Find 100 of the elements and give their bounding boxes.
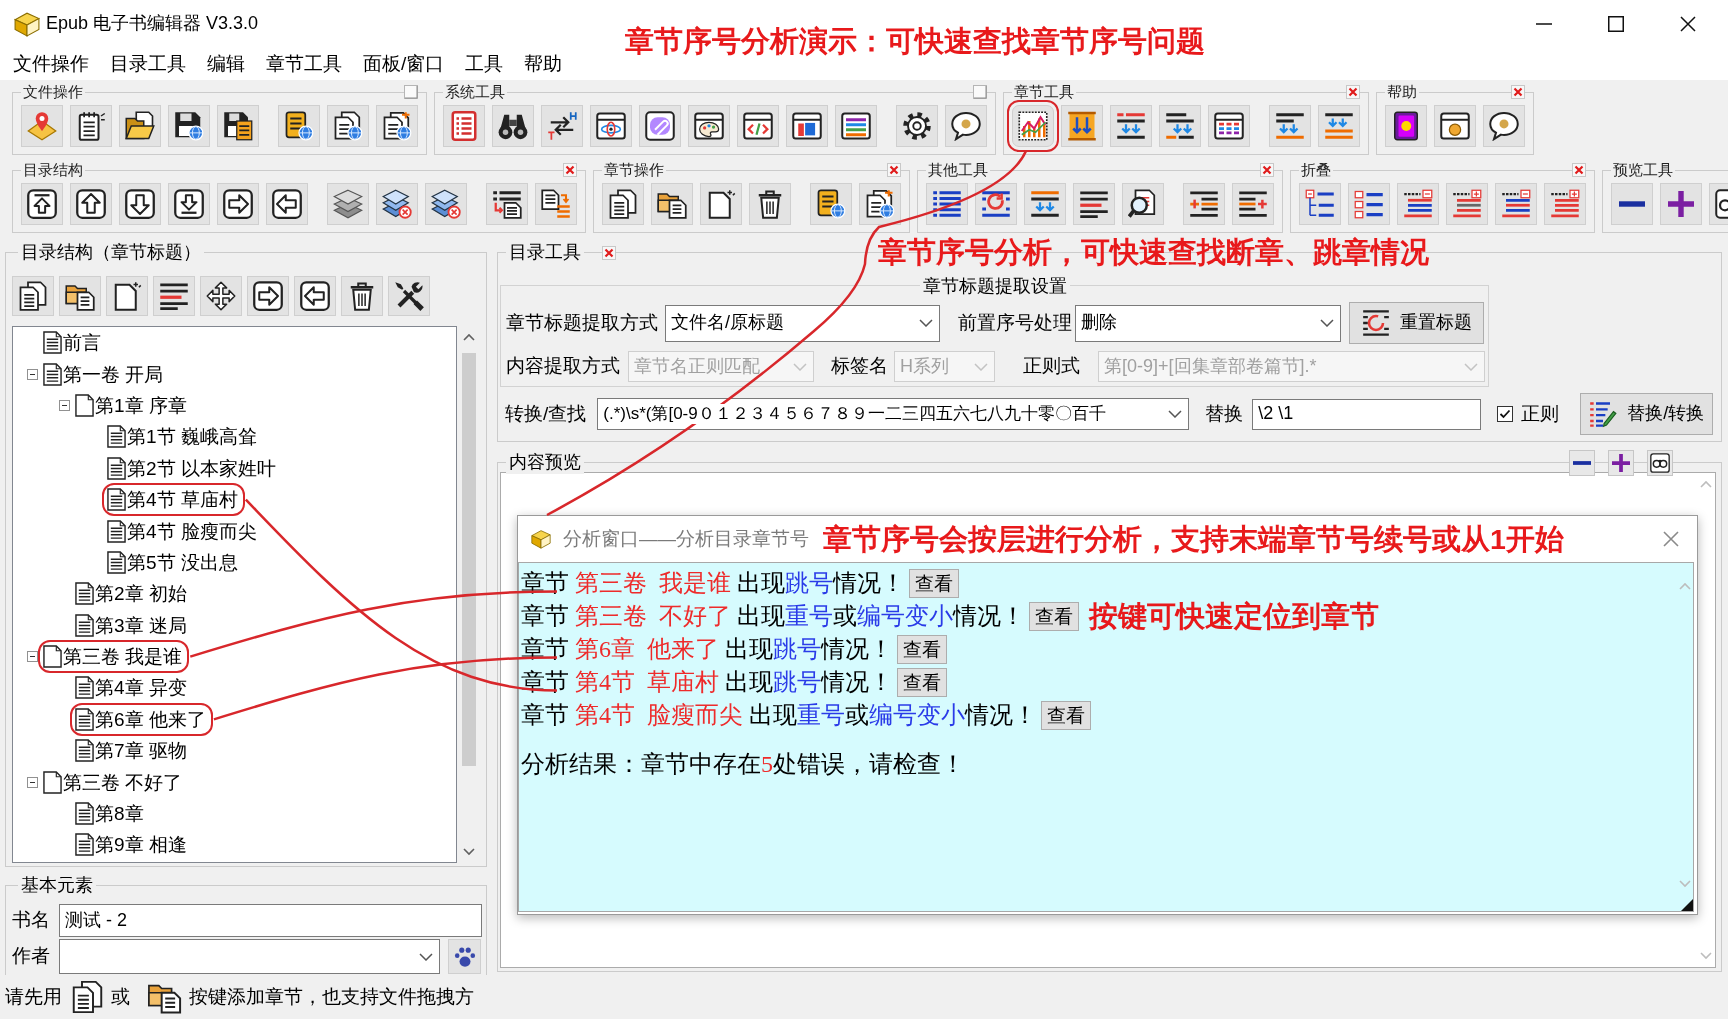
view-button[interactable]: 查看 xyxy=(909,569,959,598)
toolbar-button[interactable] xyxy=(896,105,938,147)
toolbar-button[interactable] xyxy=(1611,183,1653,225)
toolbar-button[interactable] xyxy=(327,105,369,147)
toolbar-button[interactable] xyxy=(975,183,1017,225)
toolbar-button[interactable] xyxy=(376,105,418,147)
tree-item[interactable]: 第三卷 我是谁 xyxy=(43,645,185,669)
menu-item[interactable]: 帮助 xyxy=(513,48,573,80)
toolbar-button[interactable] xyxy=(1110,105,1152,147)
paw-button[interactable] xyxy=(448,939,481,974)
toggle-icon[interactable] xyxy=(973,85,987,99)
view-button[interactable]: 查看 xyxy=(1041,701,1091,730)
toolbar-button[interactable] xyxy=(1483,105,1525,147)
tree-item[interactable]: 第9章 相逢 xyxy=(75,833,189,857)
toolbar-button[interactable] xyxy=(168,105,210,147)
toolbar-button[interactable] xyxy=(945,105,987,147)
glasses-button[interactable] xyxy=(1647,450,1673,476)
tree-item[interactable]: 第4节 草庙村 xyxy=(107,488,240,512)
toolbar-button[interactable] xyxy=(859,183,901,225)
toolbar-button[interactable] xyxy=(425,183,467,225)
toolbar-button[interactable] xyxy=(810,183,852,225)
toolbar-button[interactable] xyxy=(835,105,877,147)
toolbar-button[interactable] xyxy=(217,183,259,225)
minus-button[interactable] xyxy=(1569,450,1595,476)
menu-item[interactable]: 工具 xyxy=(454,48,514,80)
toolbar-button[interactable] xyxy=(1299,183,1341,225)
tree-item[interactable]: 第2章 初始 xyxy=(75,582,189,606)
toggle-icon[interactable] xyxy=(404,85,418,99)
tree-item[interactable]: 第8章 xyxy=(75,802,146,826)
view-button[interactable]: 查看 xyxy=(1029,602,1079,631)
toolbar-button[interactable] xyxy=(688,105,730,147)
toolbar-button[interactable] xyxy=(541,105,583,147)
toolbar-button[interactable] xyxy=(926,183,968,225)
toolbar-button[interactable] xyxy=(278,105,320,147)
close-icon[interactable] xyxy=(1260,163,1274,177)
action-button[interactable]: 重置标题 xyxy=(1349,302,1484,344)
toolbar-button[interactable] xyxy=(119,183,161,225)
tree-item[interactable]: 第5节 没出息 xyxy=(107,550,240,574)
toolbar-button[interactable] xyxy=(590,105,632,147)
toolbar-button[interactable] xyxy=(294,276,336,316)
collapse-icon[interactable] xyxy=(27,368,38,380)
toolbar-button[interactable] xyxy=(106,276,148,316)
toolbar-button[interactable] xyxy=(1269,105,1311,147)
tree-item[interactable]: 第4节 脸瘦而尖 xyxy=(107,519,259,543)
toolbar-button[interactable] xyxy=(217,105,259,147)
toolbar-button[interactable] xyxy=(200,276,242,316)
toolbar-button[interactable] xyxy=(12,276,54,316)
toolbar-button[interactable] xyxy=(700,183,742,225)
tree-item[interactable]: 第三卷 不好了 xyxy=(43,770,185,794)
toolbar-button[interactable] xyxy=(266,183,308,225)
toolbar-button[interactable] xyxy=(119,105,161,147)
close-icon[interactable] xyxy=(1572,163,1586,177)
dropdown[interactable]: 删除 xyxy=(1075,304,1341,342)
toolbar-button[interactable] xyxy=(1495,183,1537,225)
toolbar-button[interactable] xyxy=(376,183,418,225)
view-button[interactable]: 查看 xyxy=(897,635,947,664)
toolbar-button[interactable] xyxy=(1232,183,1274,225)
toolbar-button[interactable] xyxy=(1434,105,1476,147)
tree-item[interactable]: 第6章 他来了 xyxy=(75,707,208,731)
menu-item[interactable]: 目录工具 xyxy=(99,48,197,80)
close-icon[interactable] xyxy=(1346,85,1360,99)
close-icon[interactable] xyxy=(887,163,901,177)
toolbar-button[interactable] xyxy=(168,183,210,225)
tree-item[interactable]: 第3章 迷局 xyxy=(75,613,189,637)
tree-item[interactable]: 前言 xyxy=(43,331,103,355)
toolbar-button[interactable] xyxy=(70,183,112,225)
toolbar-button[interactable] xyxy=(341,276,383,316)
input-field[interactable]: 测试 - 2 xyxy=(59,904,482,937)
toolbar-button[interactable] xyxy=(153,276,195,316)
toolbar-button[interactable] xyxy=(70,105,112,147)
toolbar-button[interactable] xyxy=(1660,183,1702,225)
toolbar-button[interactable] xyxy=(247,276,289,316)
toolbar-button[interactable] xyxy=(1397,183,1439,225)
checkbox[interactable] xyxy=(1497,406,1514,422)
input-field[interactable]: \2 \1 xyxy=(1252,398,1482,430)
close-icon[interactable] xyxy=(602,246,616,260)
toolbar-button[interactable] xyxy=(749,183,791,225)
dropdown[interactable] xyxy=(59,939,440,974)
toolbar-button[interactable] xyxy=(639,105,681,147)
action-button[interactable]: 替换/转换 xyxy=(1580,393,1714,435)
tree-item[interactable]: 第一卷 开局 xyxy=(43,362,166,386)
close-icon[interactable] xyxy=(1663,531,1679,547)
toolbar-button[interactable] xyxy=(1122,183,1164,225)
toolbar-button[interactable] xyxy=(486,183,528,225)
plus-button[interactable] xyxy=(1608,450,1634,476)
toolbar-button[interactable] xyxy=(1159,105,1201,147)
toolbar-button[interactable] xyxy=(535,183,577,225)
menu-item[interactable]: 文件操作 xyxy=(2,48,100,80)
close-icon[interactable] xyxy=(1511,85,1525,99)
close-icon[interactable] xyxy=(563,163,577,177)
toolbar-button[interactable] xyxy=(1073,183,1115,225)
toolbar-button[interactable] xyxy=(602,183,644,225)
toolbar-button[interactable] xyxy=(1024,183,1066,225)
toolbar-button[interactable] xyxy=(1183,183,1225,225)
toolbar-button[interactable] xyxy=(1385,105,1427,147)
toolbar-button[interactable] xyxy=(492,105,534,147)
tree-item[interactable]: 第7章 驱物 xyxy=(75,739,189,763)
toolbar-button[interactable] xyxy=(1318,105,1360,147)
toolbar-button[interactable] xyxy=(1348,183,1390,225)
collapse-icon[interactable] xyxy=(59,399,70,411)
